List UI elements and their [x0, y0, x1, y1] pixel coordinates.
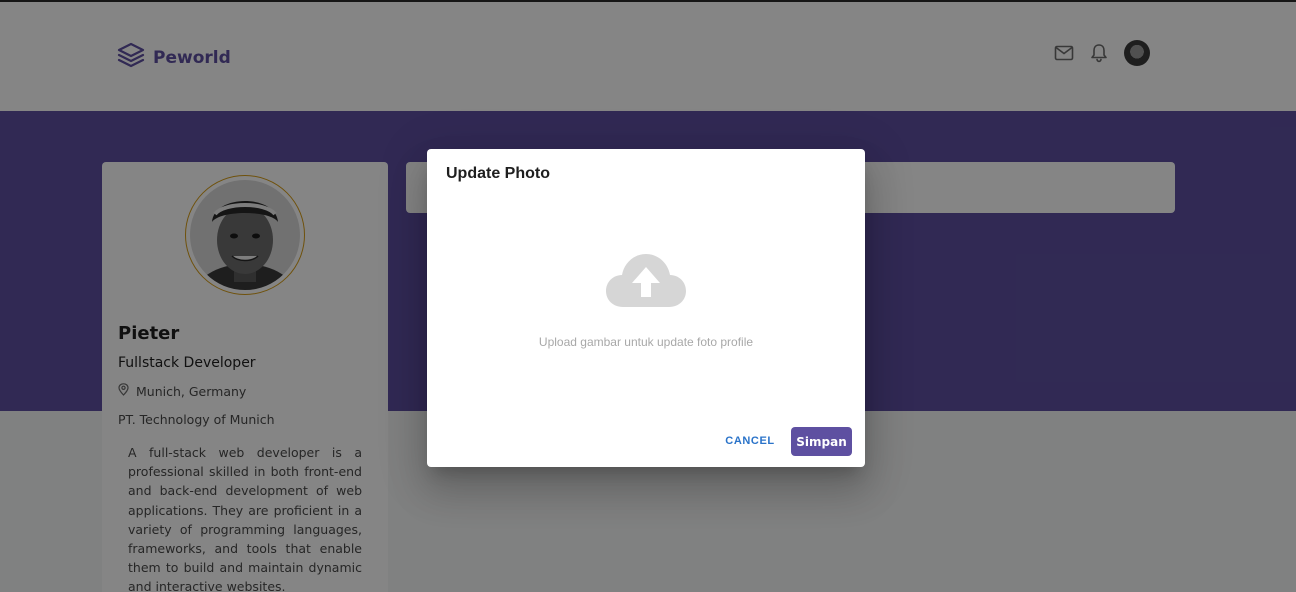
cloud-upload-icon[interactable] — [605, 253, 687, 309]
upload-hint: Upload gambar untuk update foto profile — [538, 335, 754, 349]
save-button[interactable]: Simpan — [791, 427, 852, 456]
update-photo-dialog: Update Photo Upload gambar untuk update … — [427, 149, 865, 467]
cancel-button[interactable]: CANCEL — [719, 429, 781, 453]
dialog-title: Update Photo — [446, 165, 550, 182]
